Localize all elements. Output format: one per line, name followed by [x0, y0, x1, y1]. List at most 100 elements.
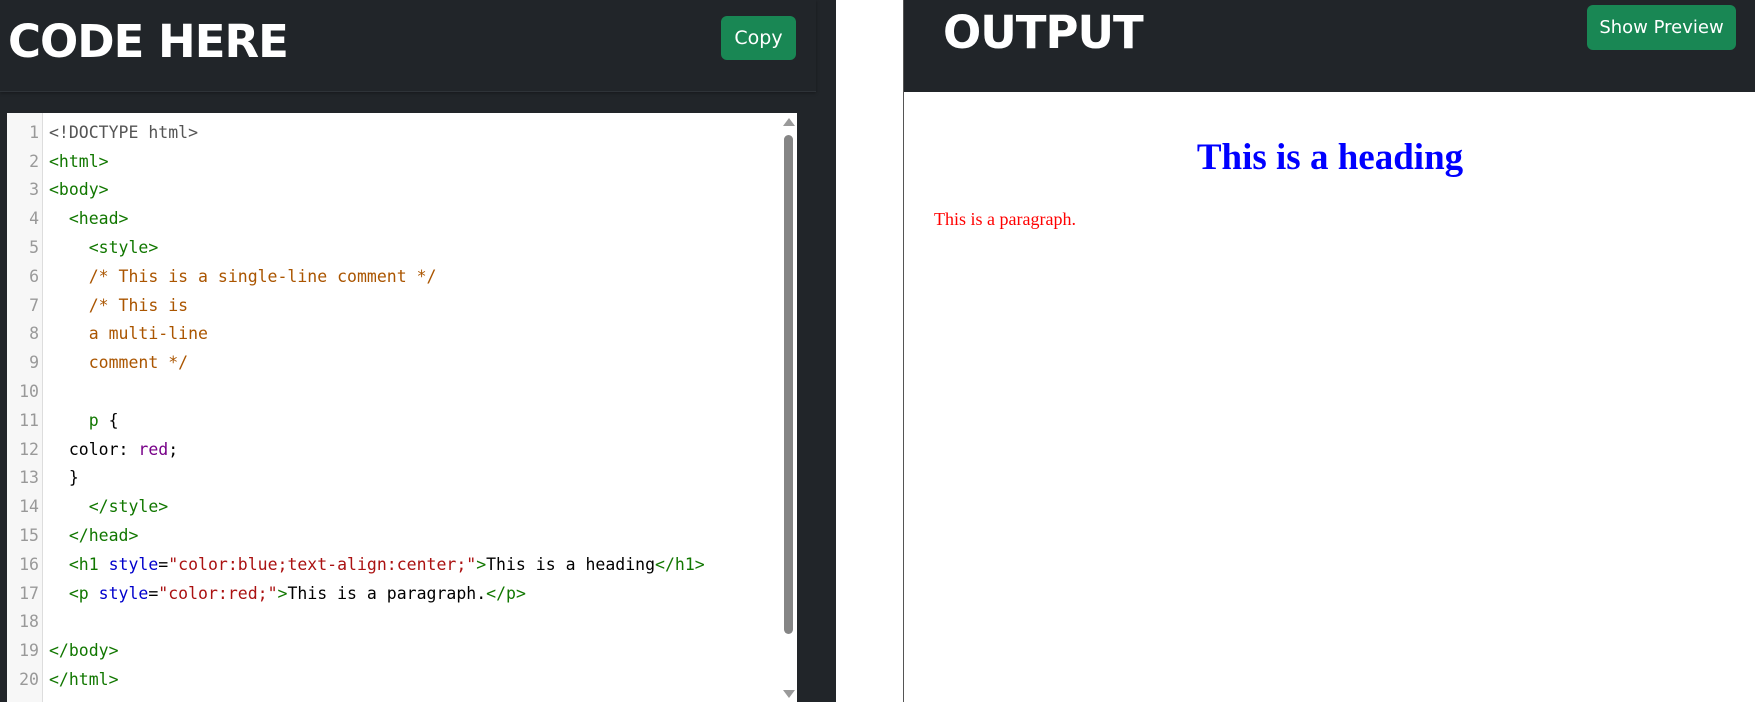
line-number: 10: [19, 382, 39, 402]
code-token: </p>: [486, 583, 526, 603]
line-number: 7: [29, 295, 39, 315]
code-text: a multi-line: [39, 324, 208, 343]
code-line: 9 comment */: [7, 348, 779, 377]
code-line: 20 </html>: [7, 665, 779, 694]
code-token: red: [138, 439, 169, 459]
code-token: style: [98, 554, 159, 574]
code-text: </body>: [39, 641, 119, 660]
code-token: >: [277, 583, 288, 603]
code-token: <p: [68, 583, 89, 603]
preview-paragraph: This is a paragraph.: [934, 209, 1076, 229]
code-token: This is a heading: [486, 554, 656, 574]
code-text: /* This is a single-line comment */: [39, 266, 437, 286]
code-token: >: [476, 554, 487, 574]
code-line: 7 /* This is: [7, 291, 779, 320]
line-number: 12: [19, 439, 39, 459]
code-line: 15 </head>: [7, 521, 779, 550]
code-line: 3 <body>: [7, 176, 779, 205]
copy-button[interactable]: Copy: [721, 16, 796, 60]
code-text: <p style="color:red;">This is a paragrap…: [39, 584, 526, 603]
line-number: 6: [29, 266, 39, 286]
code-text: </style>: [39, 497, 168, 516]
output-panel-header: OUTPUT Show Preview: [904, 0, 1755, 92]
code-token: color:: [49, 439, 139, 459]
code-line: 11 p {: [7, 406, 779, 435]
code-text: </html>: [39, 670, 119, 689]
code-token: ;: [168, 439, 179, 459]
code-panel-title: CODE HERE: [8, 15, 289, 68]
code-text: <html>: [39, 152, 109, 171]
code-text: <!DOCTYPE html>: [39, 123, 198, 142]
code-token: }: [49, 468, 79, 488]
code-token: /* This is a single-line comment */: [88, 266, 437, 286]
code-token: </h1>: [655, 554, 705, 574]
code-line: 12 color: red;: [7, 435, 779, 464]
code-line: 17 <p style="color:red;">This is a parag…: [7, 579, 779, 608]
line-number: 13: [19, 468, 39, 488]
code-token: p: [88, 410, 99, 430]
code-editor[interactable]: 1 <!DOCTYPE html> 2 <html> 3 <body> 4 <head> 5 …: [7, 113, 797, 702]
code-line: 8 a multi-line: [7, 320, 779, 349]
code-text: </head>: [39, 526, 139, 546]
output-panel-title: OUTPUT: [943, 6, 1144, 59]
output-preview: This is a heading This is a paragraph.: [904, 92, 1755, 702]
line-number: 18: [19, 612, 39, 632]
code-token: </head>: [68, 526, 139, 546]
scroll-up-arrow-icon[interactable]: [783, 118, 795, 126]
line-number: 20: [19, 670, 39, 690]
code-token: </html>: [49, 670, 119, 690]
code-line: 16 <h1 style="color:blue;text-align:cent…: [7, 550, 779, 579]
code-token: a multi-line: [88, 324, 208, 344]
code-line: 14 </style>: [7, 492, 779, 521]
line-number: 3: [29, 180, 39, 200]
code-line: 18: [7, 608, 779, 637]
code-text: color: red;: [39, 440, 178, 459]
code-token: <style>: [88, 238, 159, 258]
code-lines: 1 <!DOCTYPE html> 2 <html> 3 <body> 4 <head> 5 …: [7, 118, 779, 694]
scroll-down-arrow-icon[interactable]: [783, 690, 795, 698]
line-number: 17: [19, 583, 39, 603]
code-panel-header: CODE HERE Copy: [0, 0, 816, 92]
scrollbar-thumb[interactable]: [784, 135, 793, 634]
show-preview-button[interactable]: Show Preview: [1587, 5, 1736, 50]
line-number: 11: [19, 410, 39, 430]
line-number: 19: [19, 641, 39, 661]
preview-heading: This is a heading: [1196, 137, 1464, 178]
line-number: 14: [19, 497, 39, 517]
code-token: "color:red;": [158, 583, 278, 603]
code-line: 2 <html>: [7, 147, 779, 176]
code-text: }: [39, 468, 79, 487]
line-number: 5: [29, 238, 39, 258]
vertical-scrollbar[interactable]: [779, 113, 797, 702]
output-panel: OUTPUT Show Preview This is a heading Th…: [903, 0, 1755, 702]
code-panel: CODE HERE Copy 1 <!DOCTYPE html> 2 <html> 3 <…: [0, 0, 836, 702]
code-line: 13 }: [7, 464, 779, 493]
code-line: 4 <head>: [7, 204, 779, 233]
code-token: <html>: [49, 151, 109, 171]
code-token: <!DOCTYPE html>: [49, 122, 199, 142]
code-line: 5 <style>: [7, 233, 779, 262]
code-text: <body>: [39, 180, 109, 199]
code-text: /* This is: [39, 296, 188, 315]
line-number: 9: [29, 353, 39, 373]
code-text: <style>: [39, 238, 159, 258]
code-line: 19 </body>: [7, 636, 779, 665]
code-token: </body>: [49, 641, 119, 661]
code-token: {: [98, 410, 119, 430]
line-number: 8: [29, 324, 39, 344]
line-number: 2: [29, 151, 39, 171]
code-token: =: [148, 583, 159, 603]
line-number: 15: [19, 526, 39, 546]
code-text: p {: [39, 411, 119, 430]
